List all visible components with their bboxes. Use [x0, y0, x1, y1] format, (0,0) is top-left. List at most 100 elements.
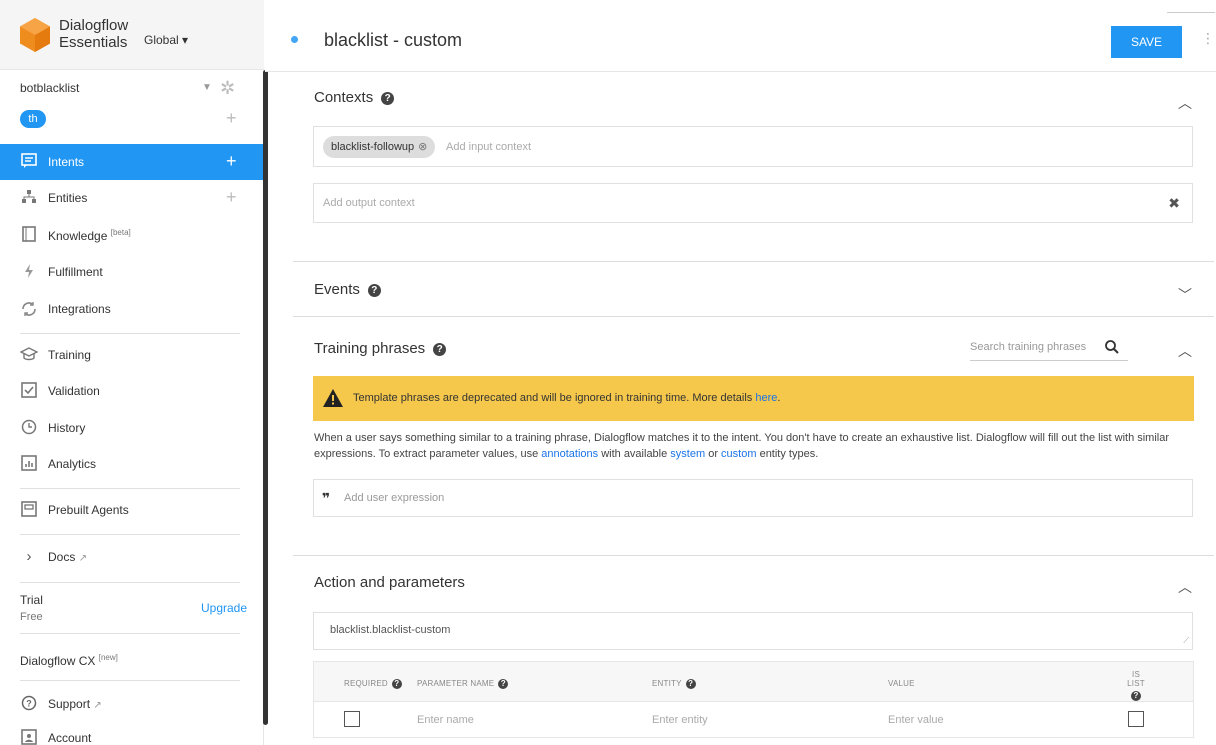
context-chip-label: blacklist-followup — [331, 141, 415, 153]
system-link[interactable]: system — [670, 448, 705, 460]
search-training-phrases-input[interactable]: Search training phrases — [970, 341, 1086, 353]
checkbox-icon — [20, 382, 38, 400]
sidebar-item-docs[interactable]: › Docs ↗ — [0, 539, 264, 575]
help-icon[interactable]: ? — [498, 679, 509, 689]
col-parameter-name: PARAMETER NAME? — [417, 679, 509, 689]
annotations-link[interactable]: annotations — [541, 448, 598, 460]
events-title[interactable]: Events? — [314, 281, 381, 298]
sidebar-item-label: Fulfillment — [48, 265, 103, 279]
action-name-value: blacklist.blacklist-custom — [330, 624, 451, 636]
here-link[interactable]: here — [755, 392, 777, 404]
add-intent-icon[interactable]: + — [226, 151, 237, 172]
sidebar-item-validation[interactable]: Validation — [0, 373, 264, 409]
output-context-field[interactable]: Add output context ✖ — [313, 183, 1193, 223]
value-input[interactable]: Enter value — [888, 714, 944, 726]
sidebar-divider — [20, 680, 240, 681]
custom-link[interactable]: custom — [721, 448, 756, 460]
status-dot-icon — [291, 36, 298, 43]
sidebar-item-label: Training — [48, 348, 91, 362]
deprecation-warning-banner: Template phrases are deprecated and will… — [313, 376, 1194, 421]
gear-icon[interactable]: ✲ — [220, 78, 235, 99]
col-is-list-label: IS LIST — [1127, 670, 1145, 688]
sidebar-item-prebuilt-agents[interactable]: Prebuilt Agents — [0, 492, 264, 528]
dialogflow-cx-link[interactable]: Dialogflow CX [new] — [20, 653, 118, 668]
dialogflow-logo-icon[interactable] — [20, 18, 50, 52]
sidebar-item-training[interactable]: Training — [0, 337, 264, 373]
lightning-icon — [20, 263, 38, 281]
upgrade-link[interactable]: Upgrade — [201, 601, 247, 615]
agent-name: botblacklist — [20, 81, 80, 95]
parameters-table-header: REQUIRED? PARAMETER NAME? ENTITY? VALUE … — [313, 661, 1194, 702]
sidebar-item-fulfillment[interactable]: Fulfillment — [0, 254, 264, 290]
sidebar-item-label: Entities — [48, 191, 88, 205]
svg-text:?: ? — [26, 699, 32, 709]
input-context-placeholder: Add input context — [446, 141, 532, 153]
resize-handle-icon[interactable]: ⟋ — [1183, 636, 1189, 646]
help-icon[interactable]: ? — [1131, 691, 1141, 701]
search-icon[interactable] — [1104, 339, 1120, 355]
intent-title[interactable]: blacklist - custom — [324, 30, 462, 51]
account-icon — [20, 729, 38, 745]
cx-label: Dialogflow CX — [20, 654, 96, 668]
add-entity-icon[interactable]: + — [226, 187, 237, 208]
table-row: Enter name Enter entity Enter value — [313, 702, 1194, 738]
brand-name: Dialogflow Essentials — [59, 17, 139, 51]
caret-down-icon[interactable]: ▼ — [202, 82, 212, 93]
sidebar-item-label: Docs ↗ — [48, 550, 87, 564]
sidebar-item-label: Support ↗ — [48, 697, 102, 711]
context-chip[interactable]: blacklist-followup ⊗ — [323, 136, 436, 158]
user-expression-input[interactable]: ❞ Add user expression — [313, 479, 1193, 517]
warning-icon — [323, 389, 343, 407]
docs-label: Docs — [48, 550, 76, 564]
desc-text: with available — [598, 448, 671, 460]
col-is-list: IS LIST? — [1122, 670, 1150, 701]
graduation-cap-icon — [19, 346, 39, 364]
required-checkbox[interactable] — [344, 711, 360, 727]
parameter-name-input[interactable]: Enter name — [417, 714, 474, 726]
is-list-checkbox[interactable] — [1128, 711, 1144, 727]
more-options-icon[interactable]: ⋮ — [1201, 30, 1215, 47]
col-required: REQUIRED? — [344, 679, 402, 689]
save-button[interactable]: SAVE — [1111, 26, 1182, 58]
sidebar-item-label: Analytics — [48, 457, 97, 471]
entity-input[interactable]: Enter entity — [652, 714, 708, 726]
help-icon[interactable]: ? — [433, 343, 447, 356]
col-entity: ENTITY? — [652, 679, 696, 689]
input-context-field[interactable]: blacklist-followup ⊗ Add input context — [313, 126, 1193, 167]
clear-icon[interactable]: ✖ — [1168, 195, 1180, 212]
sidebar-item-intents[interactable]: Intents + — [0, 144, 264, 180]
sidebar-item-support[interactable]: ? Support ↗ — [0, 686, 264, 722]
sidebar-item-analytics[interactable]: Analytics — [0, 446, 264, 482]
help-icon[interactable]: ? — [685, 679, 696, 689]
sidebar-item-history[interactable]: History — [0, 410, 264, 446]
chevron-up-icon[interactable]: ︿ — [1176, 341, 1194, 361]
region-selector[interactable]: Global ▾ — [144, 33, 188, 47]
help-icon[interactable]: ? — [391, 679, 402, 689]
chevron-up-icon[interactable]: ︿ — [1176, 93, 1194, 113]
language-row: th + — [0, 108, 264, 132]
chevron-down-icon[interactable]: ﹀ — [1176, 285, 1194, 305]
language-badge[interactable]: th — [20, 110, 46, 128]
chevron-right-icon: › — [26, 548, 32, 565]
sidebar-item-label: History — [48, 421, 86, 435]
sidebar-item-integrations[interactable]: Integrations — [0, 291, 264, 327]
chevron-up-icon[interactable]: ︿ — [1176, 577, 1194, 597]
sidebar-item-knowledge[interactable]: Knowledge [beta] — [0, 217, 264, 253]
help-icon[interactable]: ? — [367, 284, 381, 297]
external-link-icon: ↗ — [93, 700, 102, 711]
sidebar-item-entities[interactable]: Entities + — [0, 180, 264, 216]
sidebar-divider — [20, 488, 240, 489]
desc-text: entity types. — [756, 448, 819, 460]
help-icon[interactable]: ? — [381, 92, 395, 105]
action-name-input[interactable]: blacklist.blacklist-custom ⟋ — [313, 612, 1193, 650]
remove-chip-icon[interactable]: ⊗ — [418, 136, 427, 158]
sidebar-item-account[interactable]: Account — [0, 720, 264, 745]
template-icon — [20, 501, 38, 519]
sidebar-scrollbar[interactable] — [263, 70, 268, 725]
agent-selector[interactable]: botblacklist ▼ ✲ — [0, 78, 264, 102]
section-divider — [293, 316, 1214, 317]
desc-text: or — [705, 448, 722, 460]
knowledge-label: Knowledge — [48, 229, 108, 243]
sidebar-divider — [20, 333, 240, 334]
add-language-icon[interactable]: + — [226, 108, 237, 129]
